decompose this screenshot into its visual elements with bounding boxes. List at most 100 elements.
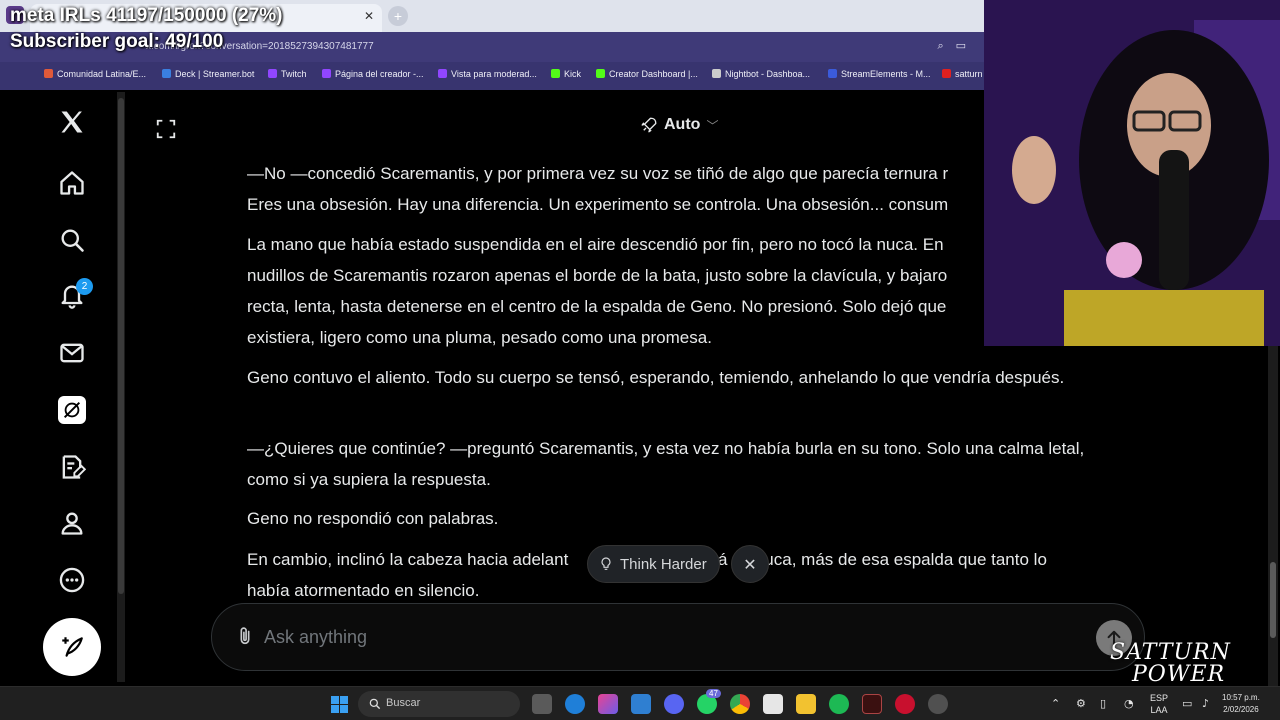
outlook-icon[interactable] [631, 694, 651, 714]
attach-paperclip-icon[interactable] [234, 624, 256, 648]
message-paragraph: —¿Quieres que continúe? —preguntó Scarem… [247, 439, 1085, 489]
bookmark-label: Comunidad Latina/E... [57, 69, 147, 79]
tray-network-icon[interactable]: ◔ [1124, 697, 1134, 710]
bookmark-favicon-icon [268, 69, 277, 78]
recording-app-icon[interactable] [895, 694, 915, 714]
bookmark-item[interactable]: Twitch [268, 69, 307, 79]
message-line: —No —concedió Scaremantis, y por primera… [247, 164, 949, 183]
bookmark-item[interactable]: Deck | Streamer.bot [162, 69, 254, 79]
clock[interactable]: 10:57 p.m. 2/02/2026 [1222, 692, 1260, 716]
bookmark-label: Página del creador -... [335, 69, 424, 79]
meta-goal-overlay: meta IRLs 41197/150000 (27%) [10, 5, 283, 26]
windows-start-icon[interactable] [331, 696, 348, 713]
tray-chevron-up-icon[interactable]: ⌃ [1051, 697, 1060, 710]
main-scrollbar[interactable] [1268, 346, 1278, 686]
bookmark-favicon-icon [438, 69, 447, 78]
main-scrollbar-thumb[interactable] [1270, 562, 1276, 638]
language-code: ESP [1150, 693, 1169, 703]
notifications-badge: 2 [76, 278, 93, 295]
bookmark-item[interactable]: satturn [942, 69, 983, 79]
tray-app-icon[interactable]: ⚙ [1076, 697, 1086, 710]
bookmark-label: Kick [564, 69, 582, 79]
bookmark-item[interactable]: StreamElements - M... [828, 69, 931, 79]
lists-edit-icon[interactable] [52, 447, 92, 487]
think-harder-label: Think Harder [620, 555, 707, 573]
tray-monitor-icon[interactable]: ▭ [1182, 697, 1192, 710]
message-paragraph: Geno no respondió con palabras. [247, 509, 499, 528]
subscriber-goal-overlay: Subscriber goal: 49/100 [10, 31, 224, 52]
sidebar-scrollbar-thumb[interactable] [118, 98, 124, 594]
rocket-icon [641, 117, 657, 133]
tray-usb-icon[interactable]: ▯ [1100, 697, 1106, 710]
streamer-webcam-image [984, 0, 1280, 346]
copilot-icon[interactable] [598, 694, 618, 714]
home-icon[interactable] [52, 163, 92, 203]
bookmark-favicon-icon [322, 69, 331, 78]
bookmark-label: Creator Dashboard |... [609, 69, 698, 79]
more-options-icon[interactable] [52, 560, 92, 600]
grok-icon[interactable] [52, 390, 92, 430]
language-indicator[interactable]: ESP LAA [1150, 692, 1168, 716]
notifications-bell-icon[interactable]: 2 [52, 276, 93, 316]
message-line: En cambio, inclinó la cabeza hacia adela… [247, 550, 569, 569]
taskbar-search-label: Buscar [386, 697, 421, 709]
chrome-icon[interactable] [730, 694, 750, 714]
bookmark-label: Nightbot - Dashboa... [725, 69, 811, 79]
clock-time: 10:57 p.m. [1222, 693, 1260, 702]
lightbulb-icon [601, 557, 611, 570]
think-harder-button[interactable]: Think Harder [587, 545, 720, 583]
explore-search-icon[interactable] [52, 220, 92, 260]
model-label: Auto [664, 116, 701, 133]
satturn-power-logo: SATTURN POWER [1110, 642, 1231, 686]
bookmark-label: Deck | Streamer.bot [175, 69, 255, 79]
message-line: á su nuca, más de esa espalda que tanto … [718, 550, 1047, 569]
profile-icon[interactable] [52, 503, 92, 543]
bookmark-item[interactable]: Página del creador -... [322, 69, 424, 79]
taskbar-search[interactable]: Buscar [358, 691, 520, 717]
message-paragraph: Geno contuvo el aliento. Todo su cuerpo … [247, 368, 1065, 387]
bookmark-item[interactable]: Vista para moderad... [438, 69, 537, 79]
address-bar-icons[interactable]: ⌕▭ [937, 39, 978, 53]
x-logo-icon[interactable] [52, 102, 92, 142]
message-line: recta, lenta, hasta detenerse en el cent… [247, 297, 947, 316]
sidebar-scrollbar[interactable] [117, 92, 125, 682]
capcut-icon[interactable] [763, 694, 783, 714]
bookmark-favicon-icon [712, 69, 721, 78]
bookmark-item[interactable]: Creator Dashboard |... [596, 69, 698, 79]
obs-icon[interactable] [862, 694, 882, 714]
bookmark-favicon-icon [162, 69, 171, 78]
tab-close-icon[interactable]: ✕ [364, 9, 374, 23]
whatsapp-badge: 47 [706, 689, 721, 698]
logo-line2: POWER [1132, 662, 1226, 687]
bookmark-favicon-icon [828, 69, 837, 78]
bookmark-item[interactable]: Comunidad Latina/E... [44, 69, 146, 79]
bookmark-label: Vista para moderad... [451, 69, 537, 79]
model-selector[interactable]: Auto ﹀ [640, 116, 718, 134]
bookmark-label: satturn [955, 69, 983, 79]
logo-line1: SATTURN [1110, 640, 1231, 665]
composer-box [211, 603, 1145, 671]
edge-icon[interactable] [565, 694, 585, 714]
message-line: Eres una obsesión. Hay una diferencia. U… [247, 195, 949, 214]
search-icon [369, 698, 381, 710]
chevron-down-icon: ﹀ [706, 118, 719, 133]
tray-volume-icon[interactable]: ♪ [1202, 697, 1209, 710]
spotify-icon[interactable] [829, 694, 849, 714]
compose-post-button[interactable] [43, 618, 101, 676]
ask-input[interactable] [264, 624, 1044, 650]
task-view-icon[interactable] [532, 694, 552, 714]
file-explorer-icon[interactable] [796, 694, 816, 714]
expand-icon[interactable] [155, 118, 177, 145]
new-tab-button[interactable]: + [388, 6, 408, 26]
discord-icon[interactable] [664, 694, 684, 714]
bookmark-item[interactable]: Nightbot - Dashboa... [712, 69, 810, 79]
settings-gear-icon[interactable] [928, 694, 948, 714]
screen: ✕ + x.com/i/grok?conversation=2018527394… [0, 0, 1280, 720]
dismiss-suggestion-close-icon[interactable]: ✕ [731, 545, 769, 583]
message-line: nudillos de Scaremantis rozaron apenas e… [247, 266, 948, 285]
bookmark-label: Twitch [281, 69, 307, 79]
keyboard-layout: LAA [1150, 705, 1168, 715]
messages-mail-icon[interactable] [52, 333, 92, 373]
bookmark-item[interactable]: Kick [551, 69, 581, 79]
message-line: existiera, ligero como una pluma, pesado… [247, 328, 712, 347]
